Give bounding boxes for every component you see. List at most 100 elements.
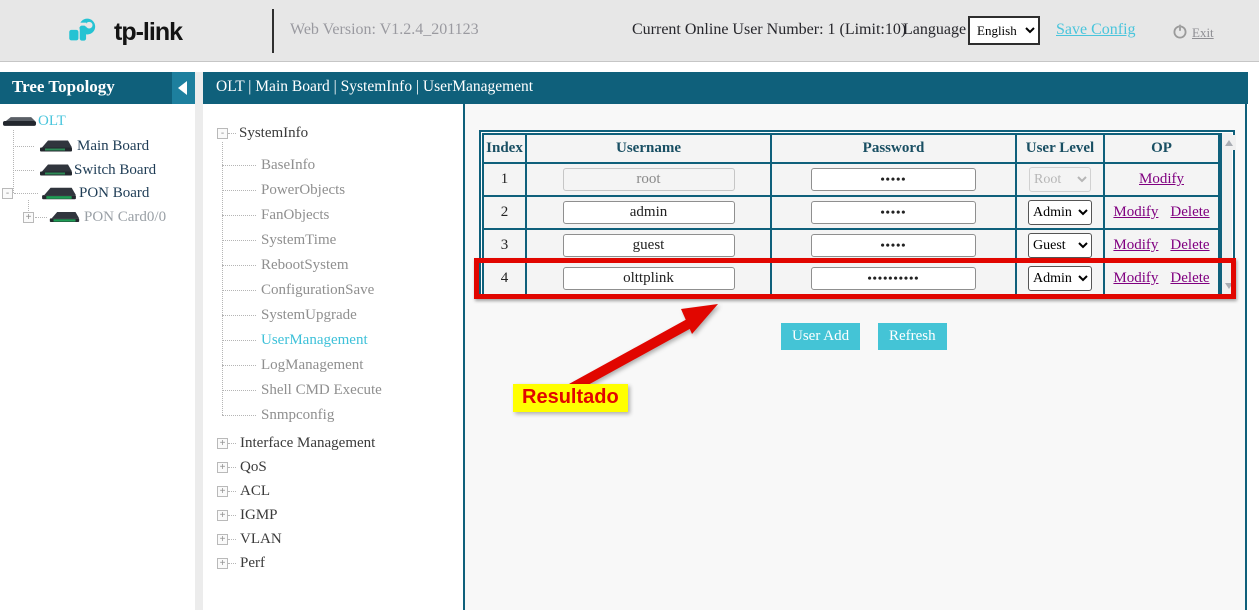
col-header-op: OP: [1104, 134, 1219, 163]
nav-item-systemtime[interactable]: SystemTime: [261, 230, 336, 250]
nav-item-logmanagement[interactable]: LogManagement: [261, 355, 363, 375]
password-input[interactable]: [811, 168, 976, 191]
nav-expander-minus[interactable]: -: [217, 128, 228, 139]
annotation-label: Resultado: [513, 384, 628, 412]
nav-connector: [222, 165, 256, 166]
nav-connector: [222, 415, 256, 416]
nav-connector: [228, 563, 236, 564]
nav-item-acl[interactable]: ACL: [240, 481, 270, 501]
nav-item-igmp[interactable]: IGMP: [240, 505, 278, 525]
table-row: 1 Root Modify: [483, 163, 1219, 196]
table-row-highlighted: 4 Admin ModifyDelete: [483, 262, 1219, 295]
web-version-text: Web Version: V1.2.4_201123: [290, 21, 479, 39]
language-select[interactable]: English: [968, 16, 1040, 45]
nav-item-interface-management[interactable]: Interface Management: [240, 433, 375, 453]
delete-link[interactable]: Delete: [1170, 204, 1209, 220]
sidebar-collapse-button[interactable]: [172, 72, 195, 104]
delete-link[interactable]: Delete: [1170, 237, 1209, 253]
nav-item-snmpconfig[interactable]: Snmpconfig: [261, 405, 334, 425]
user-add-button[interactable]: User Add: [781, 323, 860, 350]
nav-item-qos[interactable]: QoS: [240, 457, 267, 477]
tp-link-logo-icon: [62, 12, 112, 50]
nav-item-vlan[interactable]: VLAN: [240, 529, 282, 549]
nav-item-powerobjects[interactable]: PowerObjects: [261, 180, 345, 200]
nav-connector: [222, 290, 256, 291]
save-config-link[interactable]: Save Config: [1056, 21, 1136, 39]
tree-node-pon-card[interactable]: PON Card0/0: [48, 207, 166, 227]
nav-connector: [222, 390, 256, 391]
nav-item-systemupgrade[interactable]: SystemUpgrade: [261, 305, 357, 325]
user-table-container: Index Username Password User Level OP 1 …: [479, 130, 1235, 298]
tree-node-olt[interactable]: OLT: [2, 111, 66, 131]
nav-connector: [222, 240, 256, 241]
modify-link[interactable]: Modify: [1113, 204, 1158, 220]
table-scrollbar[interactable]: [1220, 133, 1232, 295]
tree-expander-minus[interactable]: -: [2, 188, 13, 199]
modify-link[interactable]: Modify: [1113, 270, 1158, 286]
user-table: Index Username Password User Level OP 1 …: [482, 133, 1220, 296]
index-cell: 1: [483, 163, 526, 196]
tree-topology-header: Tree Topology: [0, 72, 195, 104]
power-icon: [1172, 23, 1188, 44]
nav-item-configurationsave[interactable]: ConfigurationSave: [261, 280, 374, 300]
nav-expander-plus[interactable]: +: [217, 438, 228, 449]
tree-connector: [13, 146, 34, 147]
username-input[interactable]: [563, 234, 735, 257]
username-input[interactable]: [563, 267, 735, 290]
language-label: Language: [903, 21, 966, 39]
username-input[interactable]: [563, 201, 735, 224]
table-row: 2 Admin Modify Delete: [483, 196, 1219, 229]
nav-item-perf[interactable]: Perf: [240, 553, 265, 573]
nav-expander-plus[interactable]: +: [217, 558, 228, 569]
nav-expander-plus[interactable]: +: [217, 534, 228, 545]
board-device-icon: [40, 186, 78, 201]
nav-connector: [222, 315, 256, 316]
modify-link[interactable]: Modify: [1139, 171, 1184, 187]
scroll-down-button[interactable]: [1222, 278, 1236, 293]
header-divider: [272, 9, 274, 53]
nav-item-usermanagement[interactable]: UserManagement: [261, 330, 368, 350]
nav-connector: [228, 539, 236, 540]
scroll-up-button[interactable]: [1222, 135, 1236, 150]
nav-item-baseinfo[interactable]: BaseInfo: [261, 155, 315, 175]
user-level-select[interactable]: Admin: [1028, 266, 1092, 291]
user-level-select[interactable]: Admin: [1028, 200, 1092, 225]
nav-connector: [228, 467, 236, 468]
password-input[interactable]: [811, 234, 976, 257]
password-input[interactable]: [811, 267, 976, 290]
index-cell: 2: [483, 196, 526, 229]
tree-node-switch-board[interactable]: Switch Board: [38, 160, 156, 180]
nav-expander-plus[interactable]: +: [217, 510, 228, 521]
olt-device-icon: [2, 115, 37, 128]
exit-link[interactable]: Exit: [1192, 25, 1214, 41]
chevron-left-icon: [178, 81, 187, 95]
tree-node-main-board[interactable]: Main Board: [38, 136, 149, 156]
password-input[interactable]: [811, 201, 976, 224]
user-level-select: Root: [1029, 167, 1091, 192]
nav-item-rebootsystem[interactable]: RebootSystem: [261, 255, 349, 275]
tree-node-pon-board[interactable]: PON Board: [40, 183, 149, 203]
tp-link-logo: tp-link: [62, 10, 242, 52]
tree-expander-plus[interactable]: +: [23, 212, 34, 223]
board-device-icon: [38, 163, 74, 177]
nav-connector: [222, 215, 256, 216]
nav-connector: [228, 491, 236, 492]
nav-expander-plus[interactable]: +: [217, 486, 228, 497]
nav-expander-plus[interactable]: +: [217, 462, 228, 473]
tree-connector: [13, 170, 34, 171]
nav-connector: [222, 265, 256, 266]
col-header-username: Username: [526, 134, 771, 163]
nav-item-fanobjects[interactable]: FanObjects: [261, 205, 329, 225]
nav-connector: [222, 340, 256, 341]
tree-connector: [35, 217, 47, 218]
nav-connector: [228, 133, 236, 134]
refresh-button[interactable]: Refresh: [878, 323, 947, 350]
user-level-select[interactable]: Guest: [1028, 233, 1092, 258]
logo-wordmark: tp-link: [114, 18, 182, 47]
modify-link[interactable]: Modify: [1113, 237, 1158, 253]
delete-link[interactable]: Delete: [1170, 270, 1209, 286]
board-device-icon: [38, 139, 74, 153]
nav-item-shell-cmd-execute[interactable]: Shell CMD Execute: [261, 380, 382, 400]
nav-item-systeminfo[interactable]: SystemInfo: [239, 123, 308, 143]
index-cell: 3: [483, 229, 526, 262]
